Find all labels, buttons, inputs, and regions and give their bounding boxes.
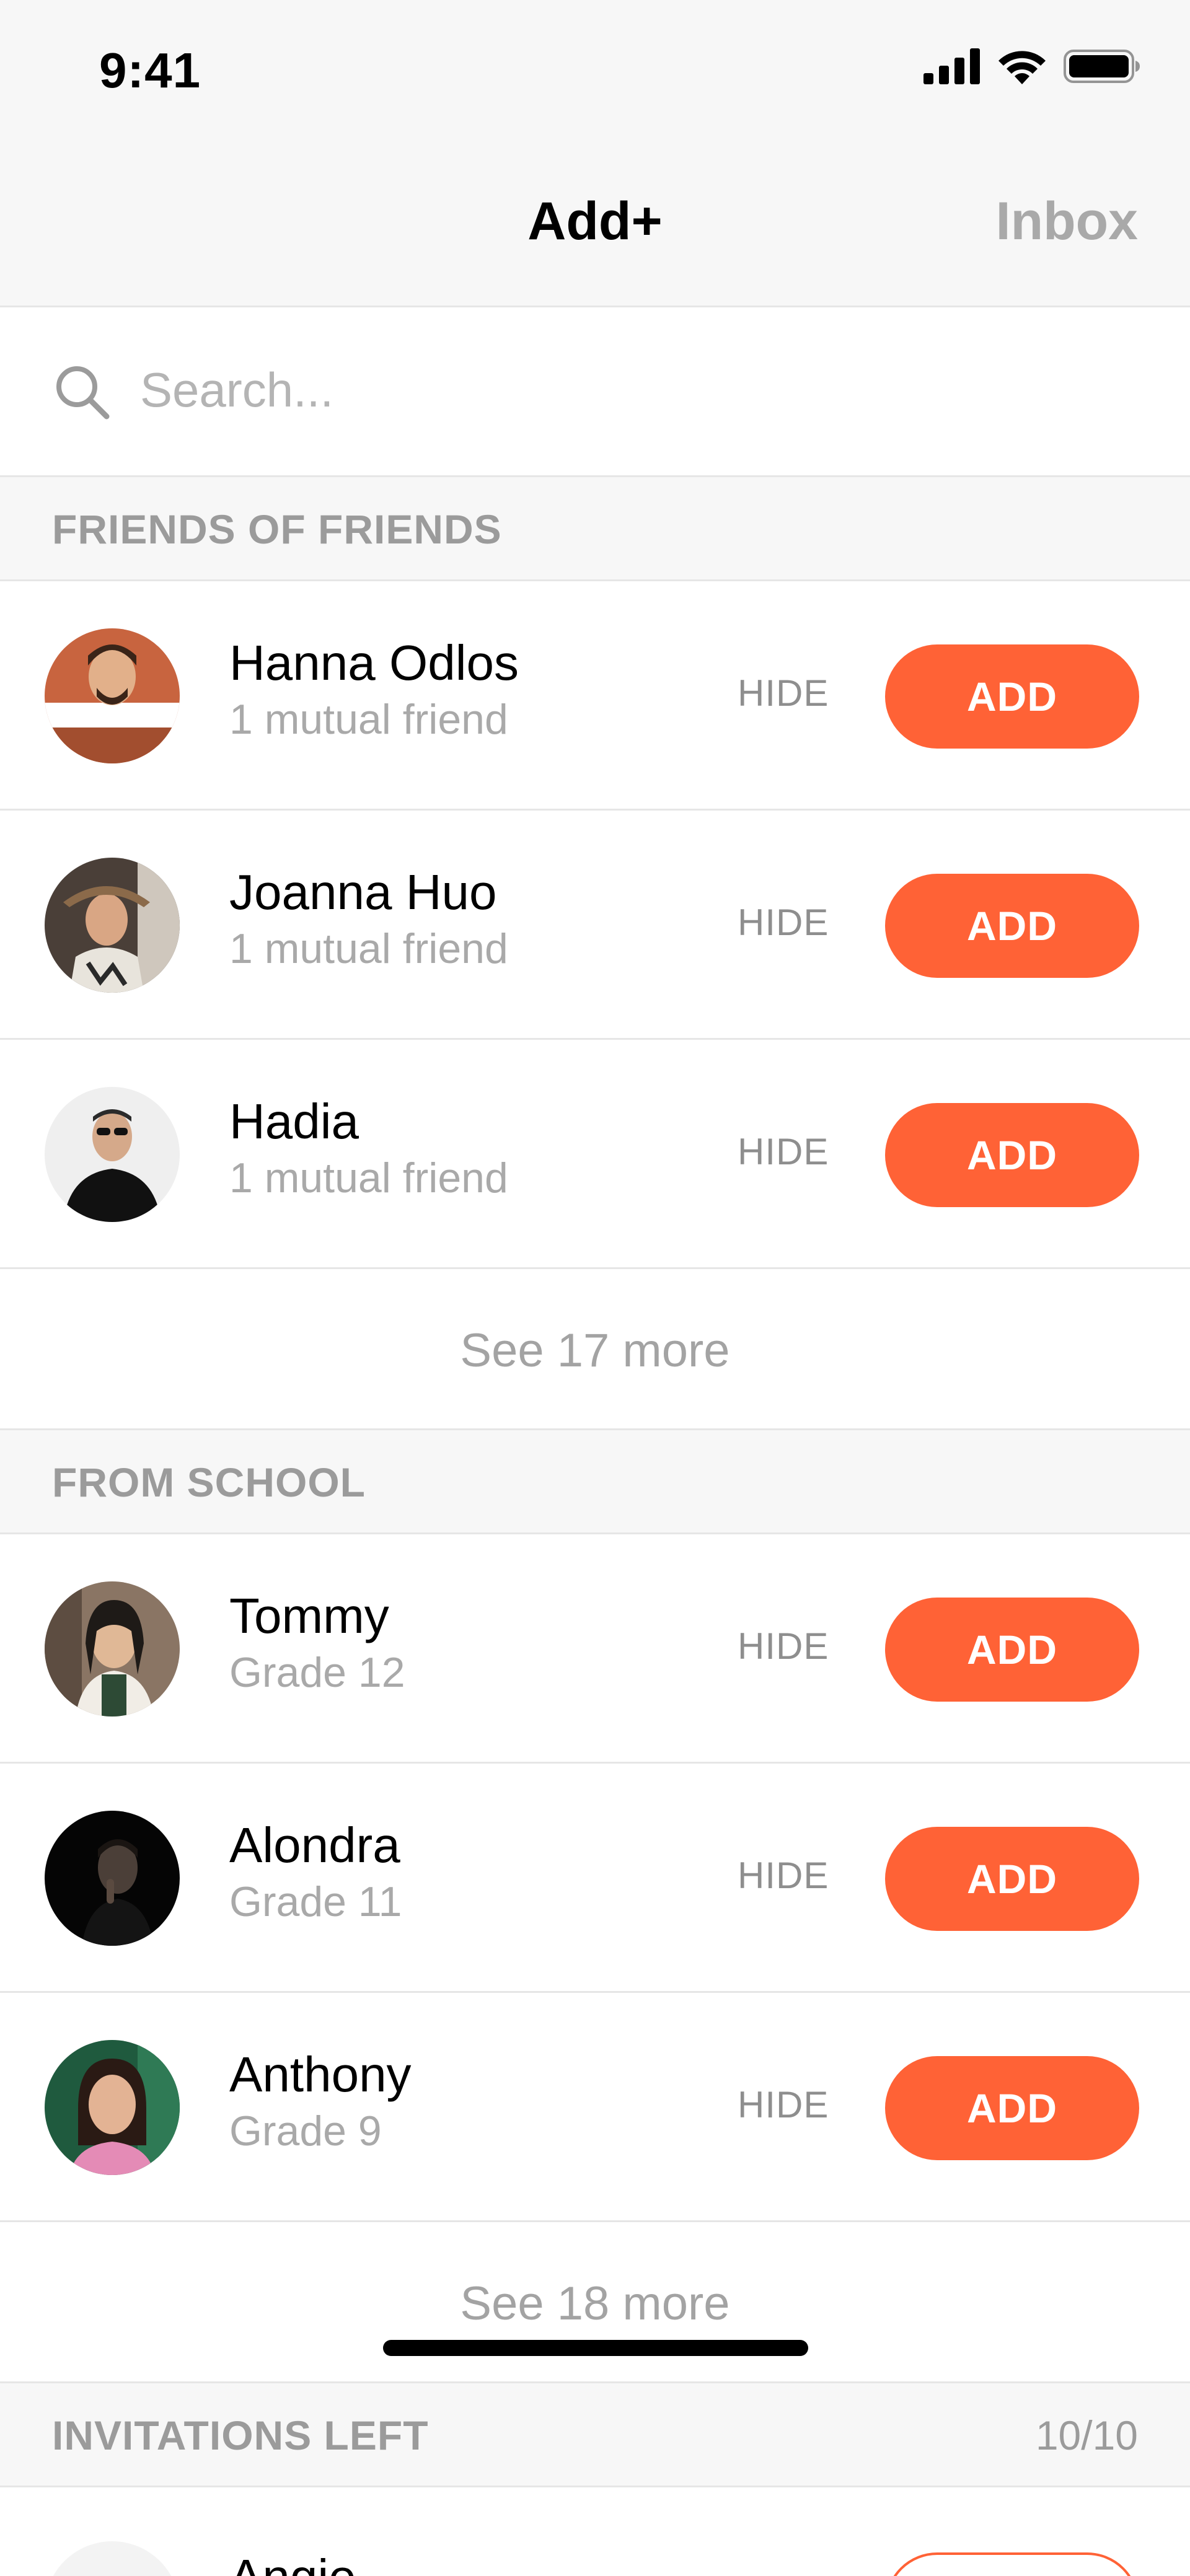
hide-button[interactable]: HIDE xyxy=(738,901,829,944)
section-title: FRIENDS OF FRIENDS xyxy=(52,506,502,552)
navigation-bar: Add+ Inbox xyxy=(0,146,1190,307)
grade-label: Grade 11 xyxy=(229,1878,402,1925)
status-bar: 9:41 xyxy=(0,0,1190,146)
section-title: INVITATIONS LEFT xyxy=(52,2412,429,2458)
invitations-count: 10/10 xyxy=(1035,2412,1138,2458)
section-header-friends-of-friends: FRIENDS OF FRIENDS xyxy=(0,477,1190,581)
list-item: Angie xyxy=(0,2488,1190,2576)
see-more-label: See 18 more xyxy=(460,2277,730,2330)
mutual-friends-label: 1 mutual friend xyxy=(229,1154,508,1202)
home-indicator[interactable] xyxy=(383,2340,808,2356)
list-item: Hadia 1 mutual friend HIDE ADD xyxy=(0,1040,1190,1269)
person-name: Joanna Huo xyxy=(229,864,497,920)
section-title: FROM SCHOOL xyxy=(52,1459,366,1505)
grade-label: Grade 12 xyxy=(229,1649,405,1696)
avatar xyxy=(45,858,180,993)
search-input[interactable] xyxy=(140,356,1132,424)
list-item: Hanna Odlos 1 mutual friend HIDE ADD xyxy=(0,581,1190,811)
battery-icon xyxy=(1064,48,1140,87)
avatar xyxy=(45,1811,180,1946)
search-icon xyxy=(53,363,110,423)
add-button[interactable]: ADD xyxy=(885,644,1139,749)
list-item: Joanna Huo 1 mutual friend HIDE ADD xyxy=(0,811,1190,1040)
add-button[interactable]: ADD xyxy=(885,874,1139,978)
mutual-friends-label: 1 mutual friend xyxy=(229,925,508,972)
grade-label: Grade 9 xyxy=(229,2108,382,2155)
list-item: Tommy Grade 12 HIDE ADD xyxy=(0,1534,1190,1764)
see-more-button[interactable]: See 17 more xyxy=(0,1269,1190,1430)
inbox-button[interactable]: Inbox xyxy=(996,191,1138,252)
hide-button[interactable]: HIDE xyxy=(738,1130,829,1173)
see-more-button[interactable]: See 18 more xyxy=(0,2222,1190,2383)
add-button[interactable]: ADD xyxy=(885,1827,1139,1931)
person-name: Hanna Odlos xyxy=(229,635,519,690)
person-name: Alondra xyxy=(229,1818,400,1873)
add-button[interactable]: ADD xyxy=(885,2056,1139,2160)
wifi-icon xyxy=(998,48,1046,87)
section-header-from-school: FROM SCHOOL xyxy=(0,1430,1190,1534)
invite-button[interactable] xyxy=(885,2552,1139,2576)
hide-button[interactable]: HIDE xyxy=(738,672,829,714)
avatar xyxy=(45,2541,180,2576)
avatar xyxy=(45,1087,180,1222)
list-item: Alondra Grade 11 HIDE ADD xyxy=(0,1764,1190,1993)
person-name: Angie xyxy=(229,2549,356,2576)
person-name: Anthony xyxy=(229,2047,412,2102)
see-more-label: See 17 more xyxy=(460,1324,730,1377)
person-name: Hadia xyxy=(229,1094,359,1149)
hide-button[interactable]: HIDE xyxy=(738,1625,829,1668)
add-button[interactable]: ADD xyxy=(885,1598,1139,1702)
person-name: Tommy xyxy=(229,1588,389,1643)
status-icons xyxy=(923,48,1140,87)
signal-icon xyxy=(923,48,981,87)
list-item: Anthony Grade 9 HIDE ADD xyxy=(0,1993,1190,2222)
avatar xyxy=(45,628,180,763)
section-header-invitations-left: INVITATIONS LEFT 10/10 xyxy=(0,2383,1190,2487)
status-time: 9:41 xyxy=(99,43,201,98)
mutual-friends-label: 1 mutual friend xyxy=(229,696,508,743)
hide-button[interactable]: HIDE xyxy=(738,2083,829,2126)
avatar xyxy=(45,2040,180,2175)
avatar xyxy=(45,1581,180,1717)
add-friends-screen: 9:41 Add+ Inbox Search... FRIENDS OF FRI… xyxy=(0,0,1190,2576)
add-button[interactable]: ADD xyxy=(885,1103,1139,1207)
search-bar xyxy=(0,307,1190,477)
hide-button[interactable]: HIDE xyxy=(738,1854,829,1897)
